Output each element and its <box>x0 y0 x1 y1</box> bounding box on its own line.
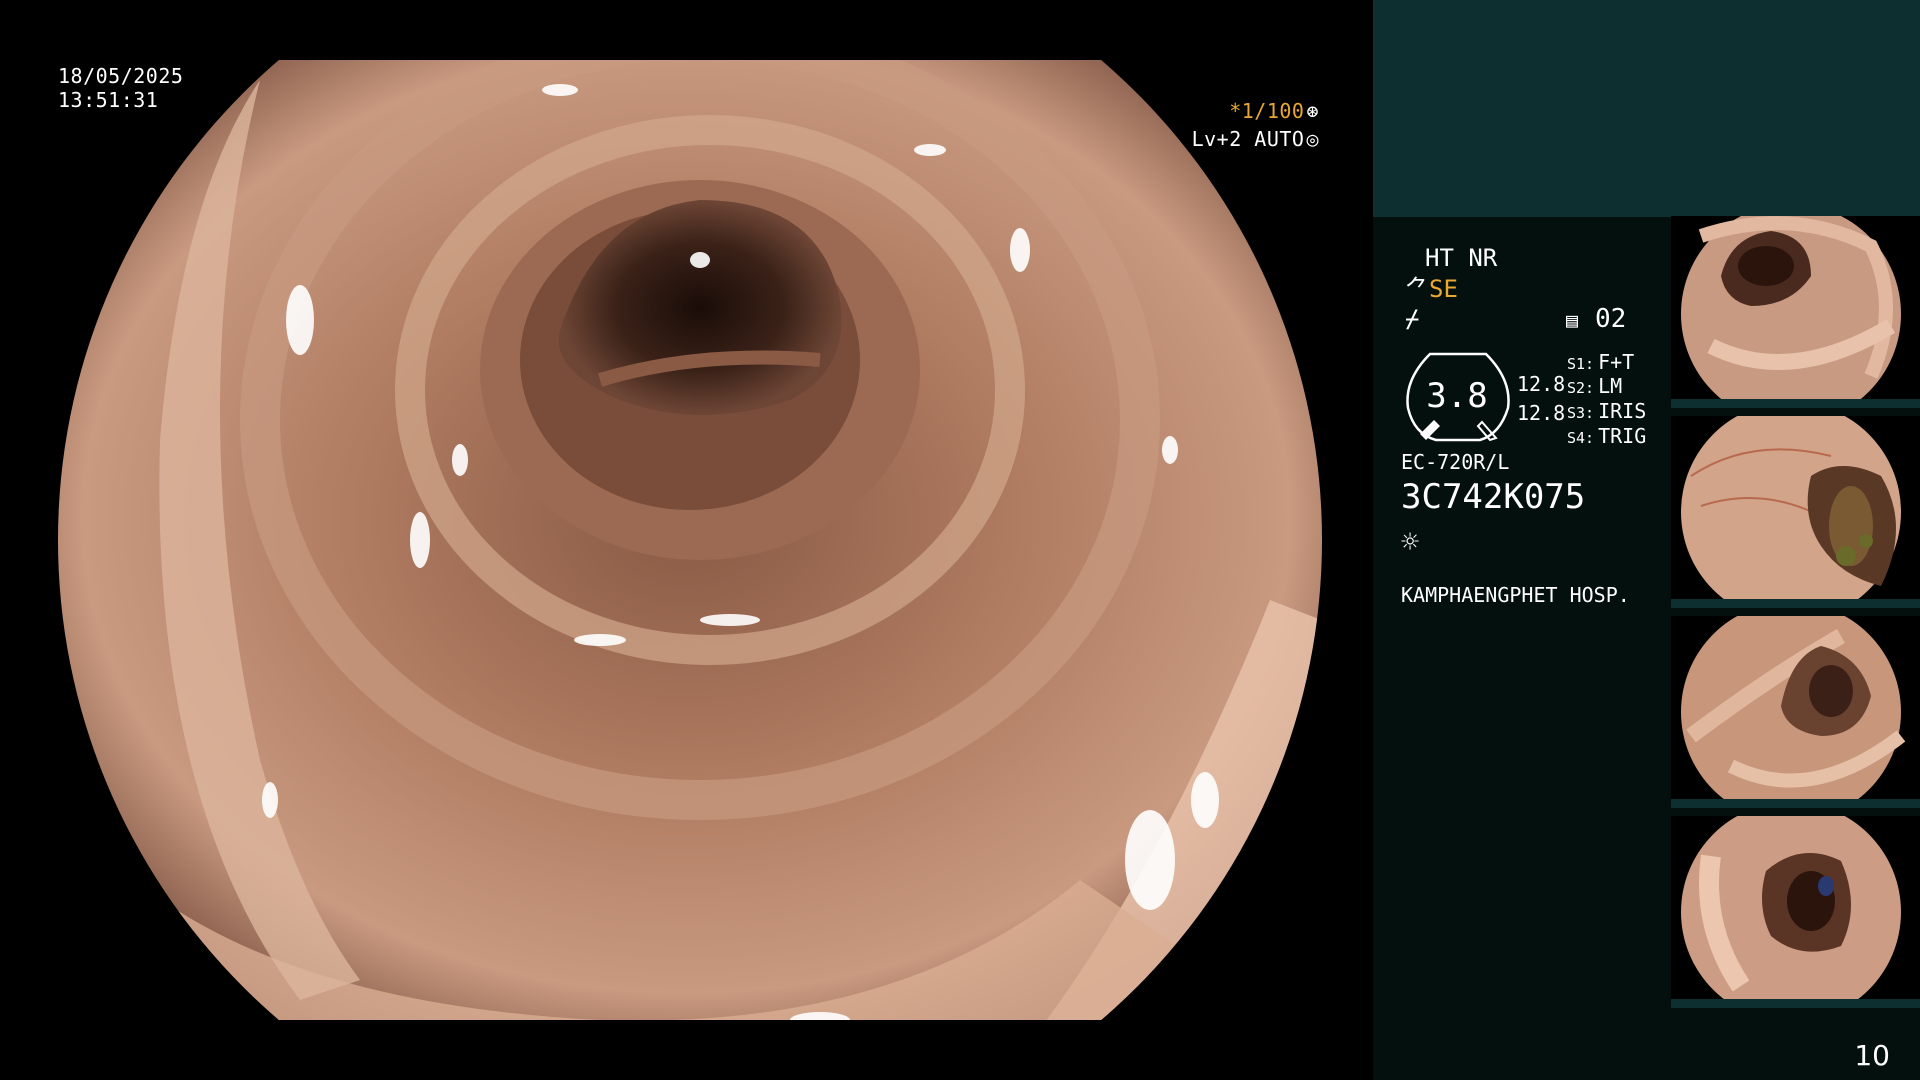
switch-key: S2: <box>1567 379 1595 397</box>
thumbnail-4[interactable] <box>1671 816 1920 1008</box>
mode-se: ⺈SE <box>1405 276 1458 302</box>
aperture-icon: ⊛ <box>1306 99 1319 123</box>
switch-s4: S4: TRIG <box>1567 424 1646 450</box>
info-side-panel: HT NR ⺈SE ⌿ ▤ 02 3.8 12.8 12.8 S1: F+T S2… <box>1373 0 1920 1080</box>
thumbnail-image <box>1681 416 1901 608</box>
osd-brightness-level: Lv+2 AUTO ◎ <box>1192 127 1319 151</box>
record-number: 02 <box>1595 304 1627 334</box>
document-icon: ▤ <box>1566 308 1579 332</box>
endoscope-main-view: 18/05/2025 13:51:31 *1/100 ⊛ Lv+2 AUTO ◎ <box>0 0 1373 1080</box>
thumbnail-2[interactable] <box>1671 416 1920 608</box>
light-icon: ☼ <box>1401 525 1420 560</box>
switch-s1: S1: F+T <box>1567 350 1634 376</box>
switch-value: TRIG <box>1598 424 1647 448</box>
thumbnail-3[interactable] <box>1671 616 1920 808</box>
structure-enhance-icon: ⺈ <box>1405 275 1429 303</box>
switch-key: S4: <box>1567 429 1595 447</box>
mode-se-label: SE <box>1429 275 1458 303</box>
scope-serial: 3C742K075 <box>1401 477 1586 517</box>
gauge-value-1: 12.8 <box>1517 372 1566 396</box>
switch-value: LM <box>1598 374 1623 398</box>
switch-s3: S3: IRIS <box>1567 399 1646 425</box>
thumbnail-image <box>1681 616 1906 808</box>
thumbnail-footer <box>1671 399 1920 408</box>
endoscopy-image <box>58 60 1322 1020</box>
thumbnail-footer <box>1671 799 1920 808</box>
gauge-value-2: 12.8 <box>1517 401 1566 425</box>
osd-time: 13:51:31 <box>58 88 159 112</box>
thumbnail-footer <box>1671 599 1920 608</box>
panel-header-block <box>1373 0 1920 217</box>
osd-shutter: *1/100 ⊛ <box>1229 99 1319 123</box>
thumbnail-1[interactable] <box>1671 216 1920 408</box>
flash-icon: ⌿ <box>1405 305 1420 333</box>
hospital-name: KAMPHAENGPHET HOSP. <box>1401 583 1630 607</box>
osd-shutter-value: *1/100 <box>1229 99 1305 123</box>
gauge-value: 3.8 <box>1426 376 1488 416</box>
switch-value: IRIS <box>1598 399 1647 423</box>
osd-date: 18/05/2025 <box>58 64 184 88</box>
page-number: 10 <box>1854 1039 1890 1072</box>
thumbnail-image <box>1681 216 1901 408</box>
thumbnail-footer <box>1671 999 1920 1008</box>
switch-s2: S2: LM <box>1567 374 1622 400</box>
switch-key: S3: <box>1567 404 1595 422</box>
mode-ht-nr: HT NR <box>1425 244 1498 272</box>
switch-key: S1: <box>1567 355 1595 373</box>
osd-level-value: Lv+2 AUTO <box>1191 127 1305 151</box>
scope-model: EC-720R/L <box>1401 450 1510 474</box>
iris-icon: ◎ <box>1306 127 1319 151</box>
switch-value: F+T <box>1598 350 1635 374</box>
thumbnail-image <box>1681 816 1901 1008</box>
